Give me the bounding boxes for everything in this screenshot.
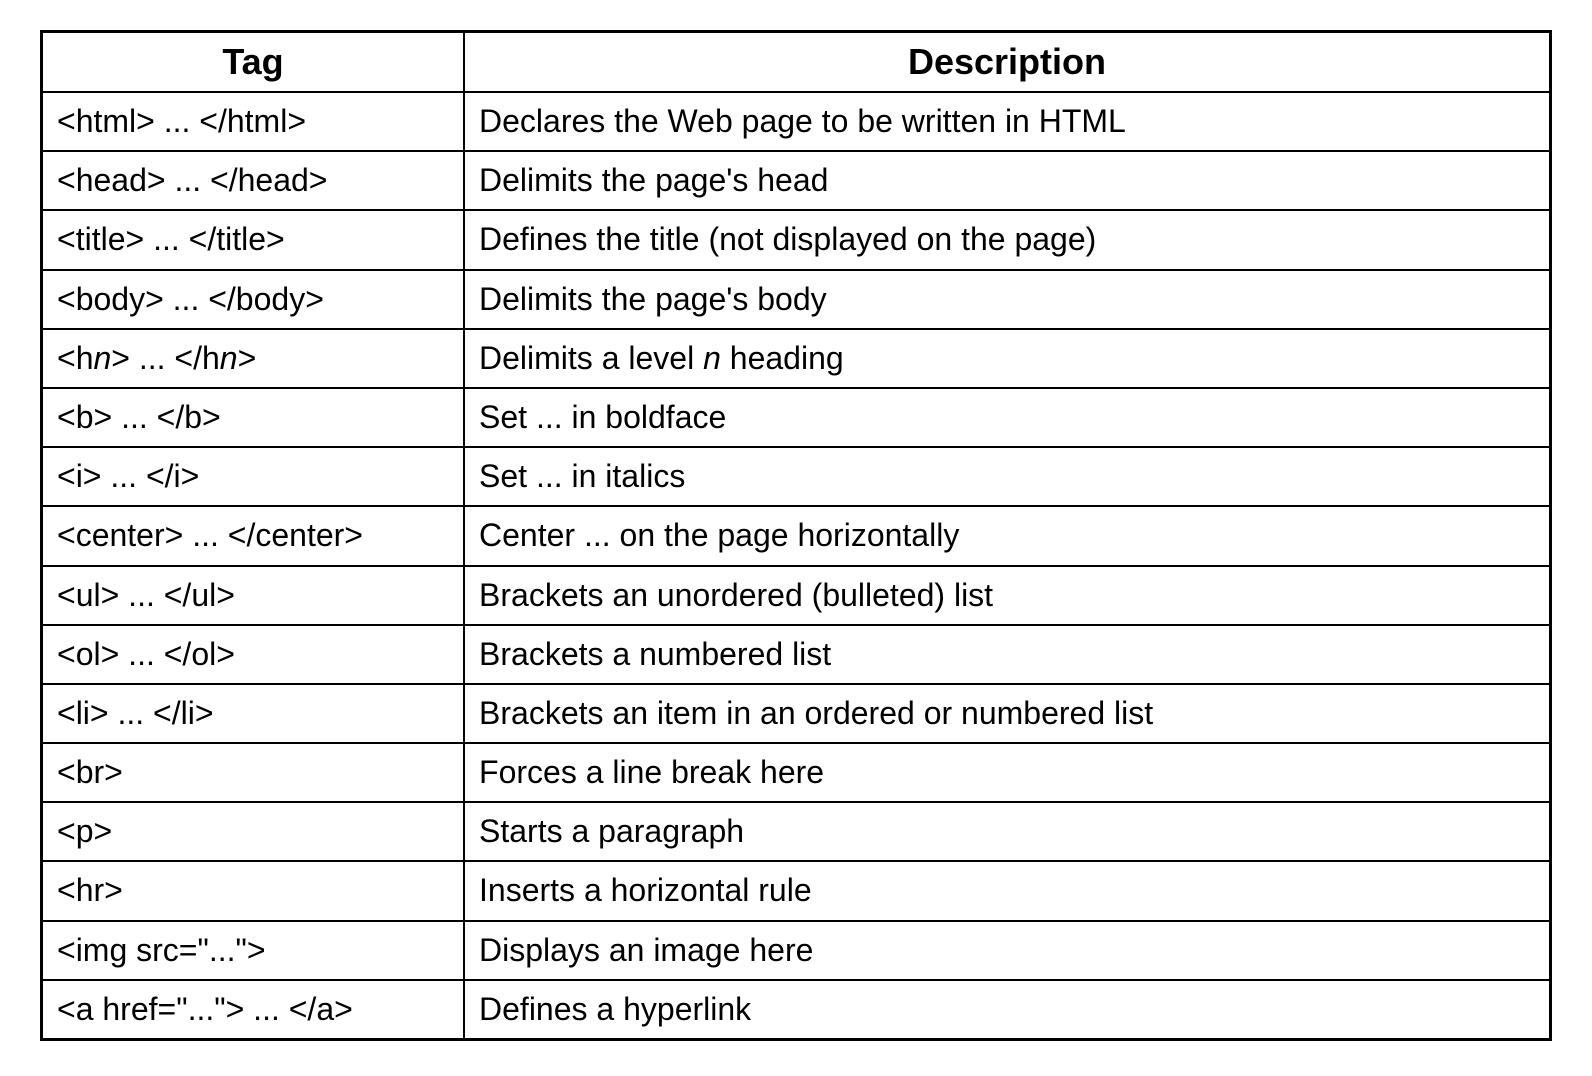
table-row: <hn> ... </hn> Delimits a level n headin… <box>42 329 1551 388</box>
cell-tag: <head> ... </head> <box>42 151 465 210</box>
table-row: <br> Forces a line break here <box>42 743 1551 802</box>
cell-description: Delimits the page's body <box>464 270 1550 329</box>
header-description: Description <box>464 32 1550 93</box>
table-row: <title> ... </title> Defines the title (… <box>42 210 1551 269</box>
cell-description: Brackets a numbered list <box>464 625 1550 684</box>
cell-description: Defines the title (not displayed on the … <box>464 210 1550 269</box>
table-row: <hr> Inserts a horizontal rule <box>42 861 1551 920</box>
table-row: <html> ... </html> Declares the Web page… <box>42 92 1551 151</box>
cell-tag: <hn> ... </hn> <box>42 329 465 388</box>
cell-tag: <ul> ... </ul> <box>42 566 465 625</box>
table-header-row: Tag Description <box>42 32 1551 93</box>
table-row: <i> ... </i> Set ... in italics <box>42 447 1551 506</box>
cell-tag: <html> ... </html> <box>42 92 465 151</box>
cell-description: Inserts a horizontal rule <box>464 861 1550 920</box>
cell-description: Set ... in boldface <box>464 388 1550 447</box>
cell-description: Displays an image here <box>464 921 1550 980</box>
table-row: <center> ... </center> Center ... on the… <box>42 506 1551 565</box>
table-row: <ol> ... </ol> Brackets a numbered list <box>42 625 1551 684</box>
table-row: <b> ... </b> Set ... in boldface <box>42 388 1551 447</box>
cell-description: Delimits the page's head <box>464 151 1550 210</box>
cell-description: Brackets an item in an ordered or number… <box>464 684 1550 743</box>
cell-tag: <i> ... </i> <box>42 447 465 506</box>
cell-description: Defines a hyperlink <box>464 980 1550 1040</box>
cell-description: Center ... on the page horizontally <box>464 506 1550 565</box>
table-row: <a href="..."> ... </a> Defines a hyperl… <box>42 980 1551 1040</box>
cell-description: Starts a paragraph <box>464 802 1550 861</box>
html-tags-table: Tag Description <html> ... </html> Decla… <box>40 30 1552 1041</box>
table-row: <img src="..."> Displays an image here <box>42 921 1551 980</box>
cell-tag: <ol> ... </ol> <box>42 625 465 684</box>
cell-tag: <hr> <box>42 861 465 920</box>
table-row: <li> ... </li> Brackets an item in an or… <box>42 684 1551 743</box>
cell-description: Forces a line break here <box>464 743 1550 802</box>
cell-tag: <body> ... </body> <box>42 270 465 329</box>
header-tag: Tag <box>42 32 465 93</box>
table-row: <p> Starts a paragraph <box>42 802 1551 861</box>
cell-description: Set ... in italics <box>464 447 1550 506</box>
table-row: <body> ... </body> Delimits the page's b… <box>42 270 1551 329</box>
table-row: <head> ... </head> Delimits the page's h… <box>42 151 1551 210</box>
cell-tag: <br> <box>42 743 465 802</box>
cell-tag: <img src="..."> <box>42 921 465 980</box>
cell-tag: <title> ... </title> <box>42 210 465 269</box>
cell-tag: <b> ... </b> <box>42 388 465 447</box>
cell-tag: <p> <box>42 802 465 861</box>
cell-description: Brackets an unordered (bulleted) list <box>464 566 1550 625</box>
cell-tag: <a href="..."> ... </a> <box>42 980 465 1040</box>
table-row: <ul> ... </ul> Brackets an unordered (bu… <box>42 566 1551 625</box>
cell-tag: <center> ... </center> <box>42 506 465 565</box>
cell-tag: <li> ... </li> <box>42 684 465 743</box>
cell-description: Declares the Web page to be written in H… <box>464 92 1550 151</box>
cell-description: Delimits a level n heading <box>464 329 1550 388</box>
